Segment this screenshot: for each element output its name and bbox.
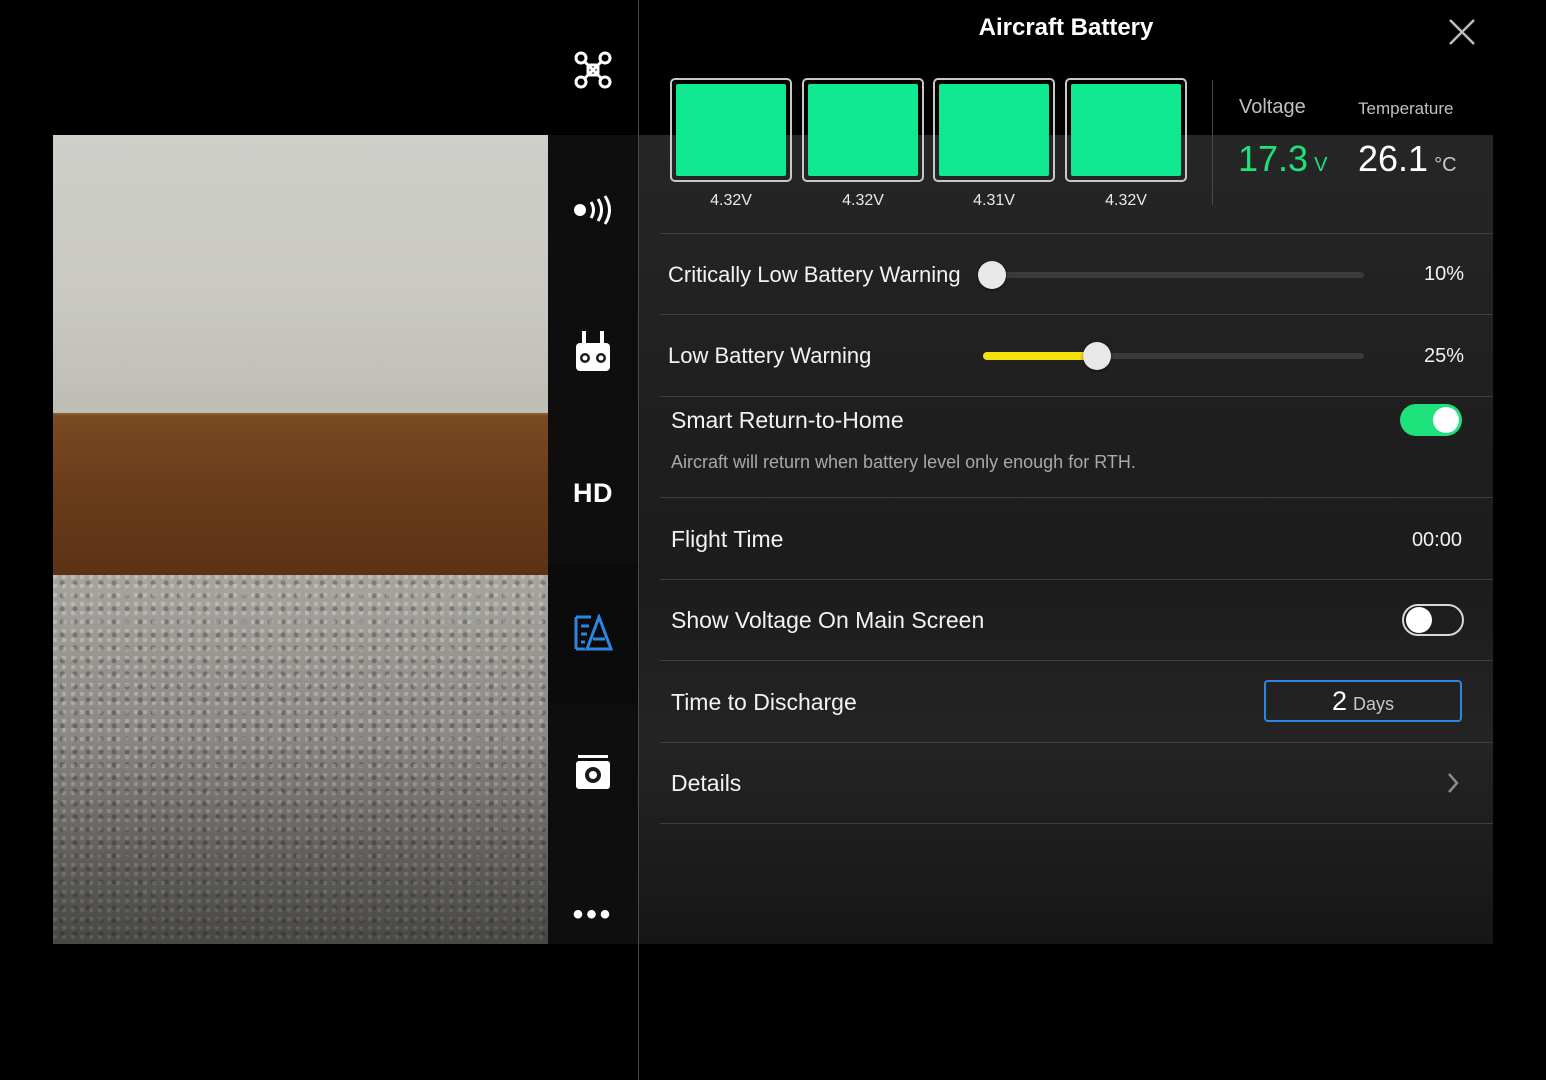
row-divider [660,233,1493,234]
low-battery-warning-label: Low Battery Warning [668,343,872,368]
sidebar-item-camera[interactable] [548,703,638,843]
row-divider [660,823,1493,824]
voltage-label: Voltage [1239,96,1306,118]
battery-cell-2 [802,78,924,182]
low-battery-warning-value: 25% [1423,345,1464,367]
toggle-knob [1433,407,1459,433]
camera-feed-baseboard [53,415,548,580]
smart-rth-label: Smart Return-to-Home [671,407,904,433]
battery-cell-fill [676,84,786,176]
flight-time-value: 00:00 [1411,529,1462,551]
details-chevron[interactable] [1444,770,1462,796]
low-battery-warning-slider-fill [983,352,1097,360]
chevron-right-icon [1444,773,1462,800]
show-voltage-label: Show Voltage On Main Screen [671,607,985,633]
voltage-value: 17.3 [1238,138,1309,179]
hd-icon: HD [573,477,613,508]
sidebar-item-battery[interactable] [548,563,638,703]
critically-low-warning-value: 10% [1423,263,1464,285]
show-voltage-toggle[interactable] [1402,604,1464,636]
camera-feed-wall [53,135,548,417]
panel-title: Aircraft Battery [978,14,1154,41]
remote-controller-icon [574,331,612,373]
sidebar-item-more[interactable]: ••• [548,845,638,985]
smart-rth-description: Aircraft will return when battery level … [671,452,1136,472]
battery-meta-divider [1212,80,1213,205]
temperature-unit: °C [1434,154,1457,176]
battery-cell-2-voltage: 4.32V [842,192,884,209]
row-divider [660,396,1493,397]
more-icon: ••• [572,898,614,931]
battery-cell-1-voltage: 4.32V [710,192,752,209]
temperature-label: Temperature [1358,99,1454,118]
critically-low-warning-slider-track[interactable] [990,272,1364,278]
temperature-readout: 26.1 °C [1358,138,1457,180]
row-divider [660,497,1493,498]
time-to-discharge-value: 2 [1331,686,1347,716]
battery-cell-4-voltage: 4.32V [1105,192,1147,209]
critically-low-warning-label: Critically Low Battery Warning [668,262,961,287]
voltage-unit: V [1314,154,1328,176]
camera-icon [574,755,612,791]
camera-feed-carpet-shade [53,735,548,944]
flight-time-label: Flight Time [671,526,784,552]
sidebar-item-aircraft[interactable] [548,0,638,140]
close-icon [1444,19,1480,54]
voltage-readout: 17.3 V [1238,138,1327,180]
battery-cell-1 [670,78,792,182]
battery-cell-3 [933,78,1055,182]
row-divider [660,660,1493,661]
battery-cell-fill [808,84,918,176]
time-to-discharge-input[interactable]: 2 Days [1264,680,1462,722]
details-label[interactable]: Details [671,770,741,797]
smart-rth-toggle[interactable] [1400,404,1462,436]
low-battery-warning-slider-knob[interactable] [1083,342,1111,370]
row-divider [660,742,1493,743]
sidebar-item-hd-transmission[interactable]: HD [548,423,638,563]
close-button[interactable] [1444,14,1480,50]
time-to-discharge-unit: Days [1353,694,1395,714]
battery-cell-fill [1071,84,1181,176]
temperature-value: 26.1 [1358,138,1429,179]
signal-icon [572,195,614,225]
battery-cell-3-voltage: 4.31V [973,192,1015,209]
sidebar-item-signal[interactable] [548,140,638,280]
camera-feed [53,135,548,944]
critically-low-warning-slider-knob[interactable] [978,261,1006,289]
row-divider [660,579,1493,580]
drone-icon [573,50,613,90]
toggle-knob [1406,607,1432,633]
battery-cell-4 [1065,78,1187,182]
time-to-discharge-label: Time to Discharge [671,689,857,715]
battery-settings-icon [573,614,613,652]
row-divider [660,314,1493,315]
battery-cell-fill [939,84,1049,176]
sidebar-item-remote-controller[interactable] [548,282,638,422]
